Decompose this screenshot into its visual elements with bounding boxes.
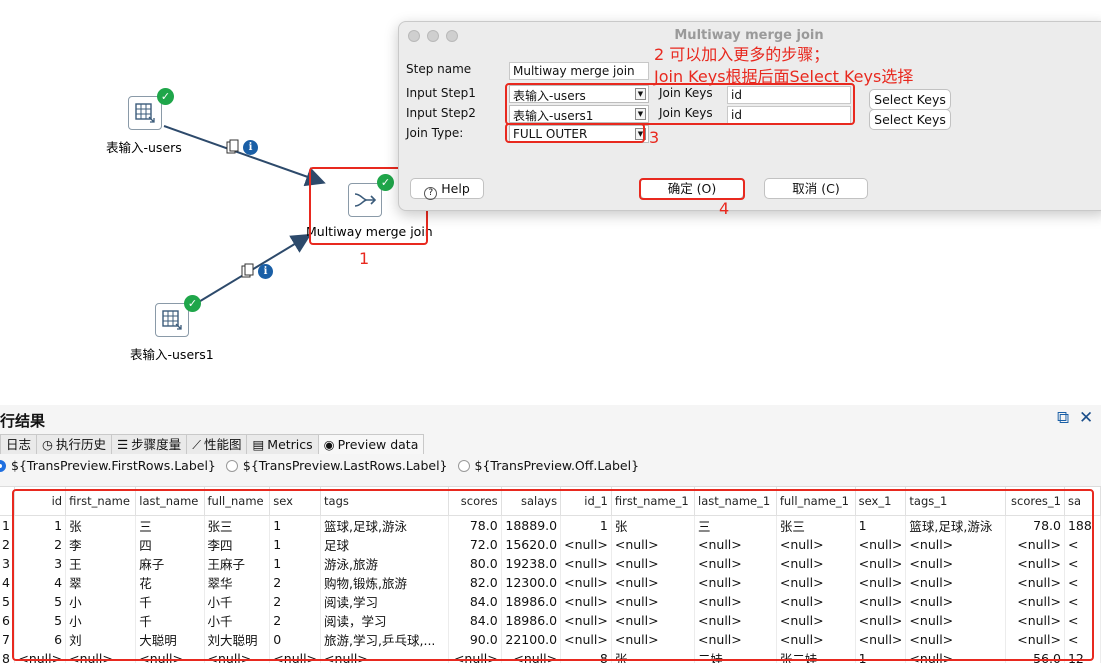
select-keys-button-1[interactable]: Select Keys (869, 89, 951, 110)
select-keys-button-2[interactable]: Select Keys (869, 109, 951, 130)
step-label-users: 表输入-users (106, 140, 182, 155)
annotation-2-line1: 2 可以加入更多的步骤； (654, 45, 830, 64)
annotation-2-line2: Join Keys根据后面Select Keys选择 (654, 67, 914, 86)
results-tabs: 日志 ◷ 执行历史 ☰ 步骤度量 ⟋ 性能图 ▤ Metrics ◉ Preview da… (0, 434, 425, 454)
annotation-1: 1 (359, 249, 370, 268)
tab-metrics[interactable]: ▤ Metrics (246, 434, 319, 454)
input-step2-label: Input Step2 (406, 106, 476, 120)
info-icon: i (258, 263, 273, 279)
tab-step-metrics[interactable]: ☰ 步骤度量 (110, 434, 188, 454)
history-icon: ◷ (42, 437, 53, 452)
close-icon[interactable]: ✕ (1079, 408, 1093, 428)
success-check-icon: ✓ (184, 295, 201, 312)
annotation-box-inputs (505, 83, 855, 125)
eye-icon: ◉ (323, 437, 335, 452)
radio-first-rows[interactable] (0, 459, 6, 472)
preview-mode-radios: ${TransPreview.FirstRows.Label} ${TransP… (0, 458, 639, 473)
tab-performance-chart[interactable]: ⟋ 性能图 (186, 434, 248, 454)
annotation-box-results (12, 489, 1094, 661)
radio-off[interactable] (457, 459, 470, 472)
table-input-step-icon[interactable] (155, 303, 189, 337)
step-name-field[interactable]: Multiway merge join (509, 62, 649, 80)
table-icon (162, 310, 182, 330)
annotation-4: 4 (719, 199, 730, 218)
radio-first-rows-label: ${TransPreview.FirstRows.Label} (11, 458, 216, 473)
join-type-label: Join Type: (406, 126, 464, 140)
help-button[interactable]: ? Help (410, 178, 484, 200)
annotation-box-join-type (505, 123, 645, 143)
tab-history[interactable]: ◷ 执行历史 (36, 434, 112, 454)
table-input-step-icon[interactable] (128, 96, 162, 130)
radio-last-rows[interactable] (225, 459, 238, 472)
success-check-icon: ✓ (157, 88, 174, 105)
step-label-users1: 表输入-users1 (130, 347, 214, 362)
copy-rows-icon (241, 263, 254, 278)
copy-rows-icon (226, 139, 239, 154)
metrics-icon: ▤ (252, 437, 265, 452)
annotation-box-ok (639, 178, 745, 200)
annotation-3: 3 (649, 128, 660, 147)
table-icon (135, 103, 155, 123)
info-icon: i (243, 139, 258, 155)
popout-icon[interactable]: ⧉ (1057, 408, 1069, 428)
cancel-button[interactable]: 取消 (C) (764, 178, 868, 199)
tab-preview-data[interactable]: ◉ Preview data (317, 434, 425, 454)
input-step1-label: Input Step1 (406, 86, 476, 100)
step-metrics-icon: ☰ (116, 437, 129, 452)
tab-log[interactable]: 日志 (0, 434, 38, 454)
radio-last-rows-label: ${TransPreview.LastRows.Label} (242, 458, 448, 473)
step-name-label: Step name (406, 62, 472, 76)
radio-off-label: ${TransPreview.Off.Label} (474, 458, 640, 473)
results-title: 行结果 (0, 412, 46, 430)
help-label: Help (441, 181, 470, 196)
chart-icon: ⟋ (192, 437, 201, 452)
help-icon: ? (424, 187, 438, 200)
execution-results-panel: 行结果 ⧉ ✕ 日志 ◷ 执行历史 ☰ 步骤度量 ⟋ 性能图 ▤ Metrics ◉ Pr… (0, 405, 1101, 663)
